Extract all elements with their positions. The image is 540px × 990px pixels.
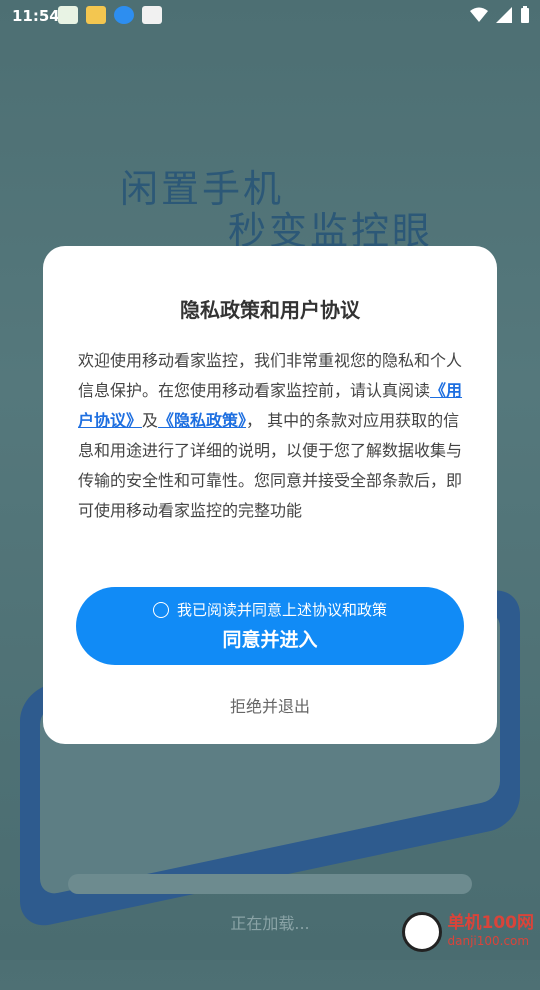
agreement-radio[interactable] [152,601,169,618]
watermark-title: 单机100网 [447,913,535,933]
notification-icon-app1 [58,6,78,24]
status-bar: 11:54 [0,0,540,32]
dialog-title: 隐私政策和用户协议 [180,298,360,322]
privacy-dialog: 隐私政策和用户协议 欢迎使用移动看家监控，我们非常重视您的隐私和个人信息保护。在… [43,246,497,744]
dialog-body: 欢迎使用移动看家监控，我们非常重视您的隐私和个人信息保护。在您使用移动看家监控前… [78,346,464,526]
agreement-checkbox-label: 我已阅读并同意上述协议和政策 [176,601,387,619]
agree-button-label: 同意并进入 [222,629,318,651]
privacy-policy-link[interactable]: 《隐私政策》 [158,411,246,430]
status-time: 11:54 [12,7,60,25]
wifi-icon [470,7,488,22]
battery-icon [521,6,529,23]
agree-button[interactable]: 我已阅读并同意上述协议和政策 同意并进入 [76,587,464,665]
reject-button[interactable]: 拒绝并退出 [43,693,497,717]
watermark: 单机100网 danji100.com [401,912,535,952]
notification-icon-app3 [142,6,162,24]
watermark-logo-icon [401,912,442,952]
agreement-checkbox-row[interactable]: 我已阅读并同意上述协议和政策 [76,599,464,620]
loading-progress-bar [68,874,472,894]
download-icon [114,6,134,24]
and-text: 及 [142,411,159,430]
notification-icon-app2 [86,6,106,24]
watermark-url: danji100.com [447,934,530,948]
signal-icon [496,7,512,23]
body-text-1: 欢迎使用移动看家监控，我们非常重视您的隐私和个人信息保护。在您使用移动看家监控前… [78,351,463,400]
